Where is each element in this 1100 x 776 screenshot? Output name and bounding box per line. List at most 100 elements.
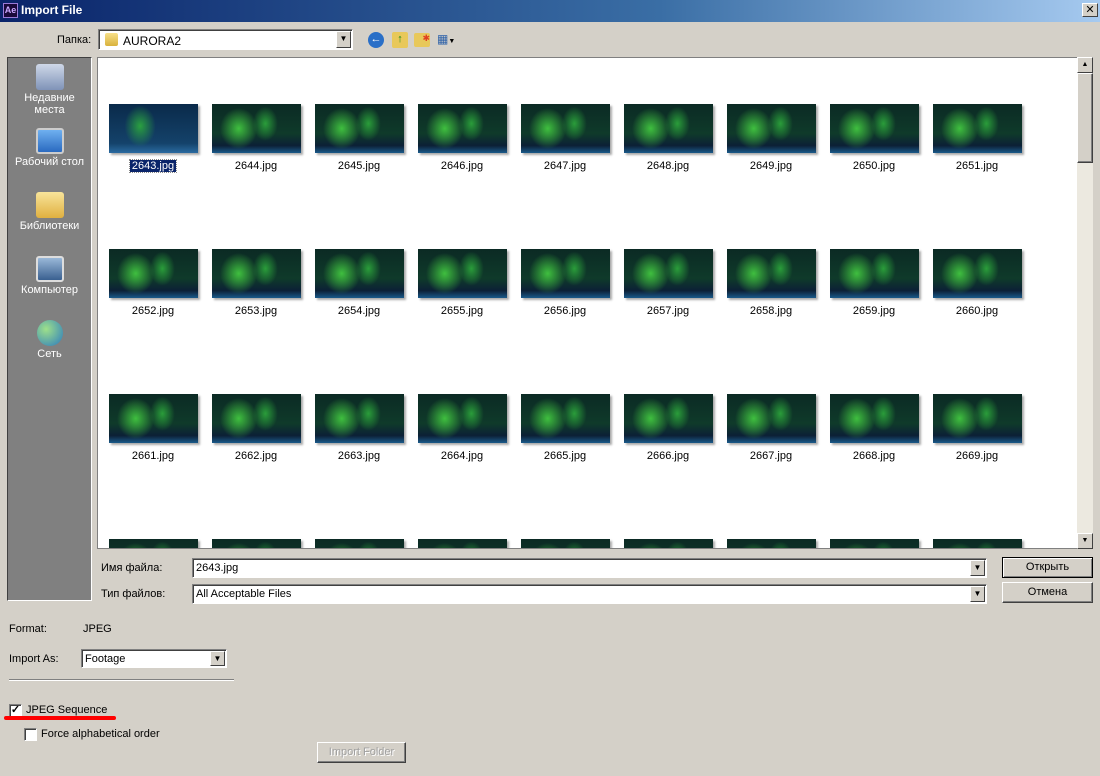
file-tile[interactable]: 2658.jpg — [721, 249, 821, 317]
file-tile[interactable]: 2659.jpg — [824, 249, 924, 317]
file-tile[interactable]: 2667.jpg — [721, 394, 821, 462]
file-tile[interactable] — [206, 539, 306, 548]
file-tile[interactable]: 2668.jpg — [824, 394, 924, 462]
file-name: 2656.jpg — [543, 305, 587, 317]
thumbnail-image — [417, 394, 507, 443]
file-name: 2659.jpg — [852, 305, 896, 317]
file-tile[interactable]: 2647.jpg — [515, 104, 615, 172]
file-tile[interactable]: 2653.jpg — [206, 249, 306, 317]
window-title: Import File — [21, 3, 83, 17]
new-folder-icon[interactable]: ✱ — [414, 33, 430, 47]
file-tile[interactable]: 2662.jpg — [206, 394, 306, 462]
file-tile[interactable]: 2656.jpg — [515, 249, 615, 317]
thumbnail-image — [726, 104, 816, 153]
file-tile[interactable]: 2645.jpg — [309, 104, 409, 172]
file-name: 2669.jpg — [955, 450, 999, 462]
file-tile[interactable] — [721, 539, 821, 548]
file-tile[interactable]: 2650.jpg — [824, 104, 924, 172]
file-tile[interactable]: 2664.jpg — [412, 394, 512, 462]
file-tile[interactable] — [618, 539, 718, 548]
thumbnail-image — [623, 104, 713, 153]
filetype-select[interactable]: All Acceptable Files ▼ — [192, 584, 987, 604]
file-name: 2643.jpg — [128, 159, 178, 173]
file-tile[interactable]: 2655.jpg — [412, 249, 512, 317]
file-tile[interactable]: 2644.jpg — [206, 104, 306, 172]
file-tile[interactable]: 2666.jpg — [618, 394, 718, 462]
thumbnail-image — [417, 249, 507, 298]
sidebar-item-computer[interactable]: Компьютер — [8, 256, 91, 296]
thumbnail-image — [108, 249, 198, 298]
thumbnail-image — [623, 249, 713, 298]
import-as-value: Footage — [85, 653, 126, 665]
file-tile[interactable]: 2654.jpg — [309, 249, 409, 317]
file-tile[interactable]: 2660.jpg — [927, 249, 1027, 317]
file-list[interactable]: 2643.jpg 2644.jpg 2645.jpg 2646.jpg 2647.jpg… — [97, 57, 1093, 549]
cancel-button[interactable]: Отмена — [1002, 582, 1093, 603]
sidebar-item-label: Компьютер — [21, 284, 78, 296]
force-alphabetical-checkbox[interactable] — [24, 728, 37, 741]
chevron-down-icon[interactable]: ▼ — [210, 651, 225, 666]
file-tile[interactable]: 2643.jpg — [103, 104, 203, 173]
file-tile[interactable] — [412, 539, 512, 548]
thumbnail-image — [932, 539, 1022, 548]
file-tile[interactable]: 2661.jpg — [103, 394, 203, 462]
format-label: Format: — [9, 623, 47, 635]
back-icon[interactable]: ← — [368, 32, 384, 48]
file-name: 2661.jpg — [131, 450, 175, 462]
file-tile[interactable] — [824, 539, 924, 548]
sidebar-item-desktop[interactable]: Рабочий стол — [8, 128, 91, 168]
vertical-scrollbar[interactable]: ▲ ▼ — [1077, 57, 1093, 549]
file-name: 2651.jpg — [955, 160, 999, 172]
file-tile[interactable]: 2663.jpg — [309, 394, 409, 462]
divider — [9, 679, 234, 681]
file-tile[interactable]: 2646.jpg — [412, 104, 512, 172]
file-tile[interactable]: 2657.jpg — [618, 249, 718, 317]
file-name: 2654.jpg — [337, 305, 381, 317]
scroll-up-button[interactable]: ▲ — [1077, 57, 1093, 73]
file-name: 2650.jpg — [852, 160, 896, 172]
places-sidebar: Недавние места Рабочий стол Библиотеки К… — [7, 57, 92, 601]
sidebar-item-libraries[interactable]: Библиотеки — [8, 192, 91, 232]
open-button[interactable]: Открыть — [1002, 557, 1093, 578]
import-as-select[interactable]: Footage ▼ — [81, 649, 227, 668]
file-tile[interactable] — [927, 539, 1027, 548]
file-tile[interactable]: 2649.jpg — [721, 104, 821, 172]
folder-dropdown[interactable]: AURORA2 ▼ — [98, 29, 353, 50]
jpeg-sequence-label: JPEG Sequence — [26, 704, 108, 716]
thumbnail-image — [726, 249, 816, 298]
import-folder-button[interactable]: Import Folder — [317, 742, 406, 763]
file-name: 2667.jpg — [749, 450, 793, 462]
file-tile[interactable]: 2648.jpg — [618, 104, 718, 172]
chevron-down-icon[interactable]: ▼ — [970, 560, 985, 576]
file-tile[interactable] — [309, 539, 409, 548]
file-tile[interactable] — [515, 539, 615, 548]
up-folder-icon[interactable]: ↑ — [392, 32, 408, 48]
thumbnail-image — [211, 539, 301, 548]
file-tile[interactable]: 2651.jpg — [927, 104, 1027, 172]
file-tile[interactable] — [103, 539, 203, 548]
thumbnail-image — [314, 249, 404, 298]
thumbnail-image — [314, 104, 404, 153]
file-tile[interactable]: 2665.jpg — [515, 394, 615, 462]
thumbnail-image — [417, 539, 507, 548]
scroll-down-button[interactable]: ▼ — [1077, 533, 1093, 549]
scroll-thumb[interactable] — [1077, 73, 1093, 163]
thumbnail-image — [211, 249, 301, 298]
import-as-label: Import As: — [9, 653, 59, 665]
sidebar-item-network[interactable]: Сеть — [8, 320, 91, 360]
chevron-down-icon[interactable]: ▼ — [970, 586, 985, 602]
filename-input[interactable]: 2643.jpg ▼ — [192, 558, 987, 578]
view-menu-icon[interactable]: ▦▼ — [437, 32, 459, 48]
file-name: 2658.jpg — [749, 305, 793, 317]
thumbnail-image — [108, 394, 198, 443]
file-name: 2664.jpg — [440, 450, 484, 462]
close-button[interactable]: ✕ — [1082, 3, 1098, 17]
file-name: 2668.jpg — [852, 450, 896, 462]
file-name: 2663.jpg — [337, 450, 381, 462]
file-tile[interactable]: 2669.jpg — [927, 394, 1027, 462]
sidebar-item-recent[interactable]: Недавние места — [8, 64, 91, 116]
file-tile[interactable]: 2652.jpg — [103, 249, 203, 317]
thumbnail-image — [417, 104, 507, 153]
chevron-down-icon[interactable]: ▼ — [336, 31, 351, 48]
format-value: JPEG — [83, 623, 112, 635]
